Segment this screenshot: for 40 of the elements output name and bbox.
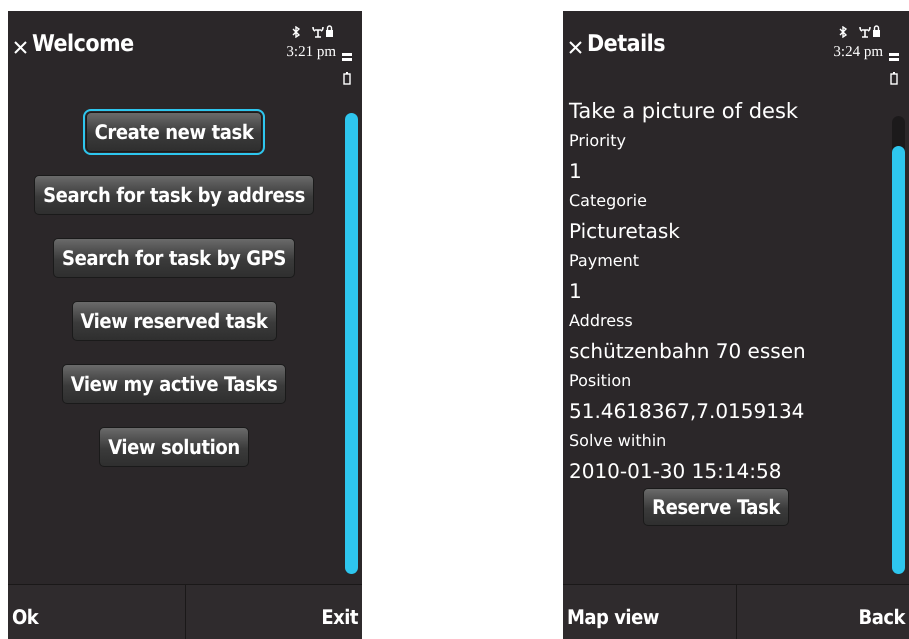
menu-icon[interactable] <box>342 53 352 62</box>
bluetooth-icon <box>292 26 300 38</box>
menu-button[interactable]: Search for task by GPS <box>53 238 295 278</box>
field-value: 2010-01-30 15:14:58 <box>569 458 782 485</box>
menu-button[interactable]: Search for task by address <box>34 175 314 215</box>
field-value: Picturetask <box>569 218 681 245</box>
menu-icon[interactable] <box>889 53 899 62</box>
close-icon[interactable] <box>14 40 27 54</box>
field-label: Payment <box>569 250 640 272</box>
menu-button[interactable]: View my active Tasks <box>62 364 286 404</box>
field-value: schützenbahn 70 essen <box>569 338 807 365</box>
clock-time: 3:21 pm <box>286 44 336 61</box>
menu-button[interactable]: View solution <box>99 427 249 467</box>
field-value: 1 <box>569 158 583 185</box>
field-value: 51.4618367,7.0159134 <box>569 398 806 425</box>
signal-icon <box>859 25 881 38</box>
field-label: Priority <box>569 130 627 152</box>
field-label: Categorie <box>569 190 648 212</box>
softkey[interactable]: Ok <box>8 585 184 639</box>
field-label: Solve within <box>569 430 668 452</box>
field-label: Address <box>569 310 634 332</box>
field-value: 1 <box>569 278 583 305</box>
reserve-button[interactable]: Reserve Task <box>643 488 789 526</box>
softkey[interactable]: Exit <box>184 585 362 639</box>
scrollbar[interactable] <box>344 113 358 574</box>
softkey[interactable]: Back <box>736 585 909 639</box>
task-heading: Take a picture of desk <box>569 98 800 125</box>
battery-icon <box>343 72 351 85</box>
window-title: Details <box>587 31 666 57</box>
menu-button[interactable]: View reserved task <box>72 301 276 341</box>
softkey[interactable]: Map view <box>563 585 736 639</box>
battery-icon <box>890 72 898 85</box>
bluetooth-icon <box>839 26 847 38</box>
clock-time: 3:24 pm <box>833 44 883 61</box>
signal-icon <box>312 25 334 38</box>
field-label: Position <box>569 370 632 392</box>
close-icon[interactable] <box>569 40 582 54</box>
menu-button[interactable]: Create new task <box>86 112 262 152</box>
scrollbar[interactable] <box>892 116 904 574</box>
window-title: Welcome <box>32 31 134 57</box>
